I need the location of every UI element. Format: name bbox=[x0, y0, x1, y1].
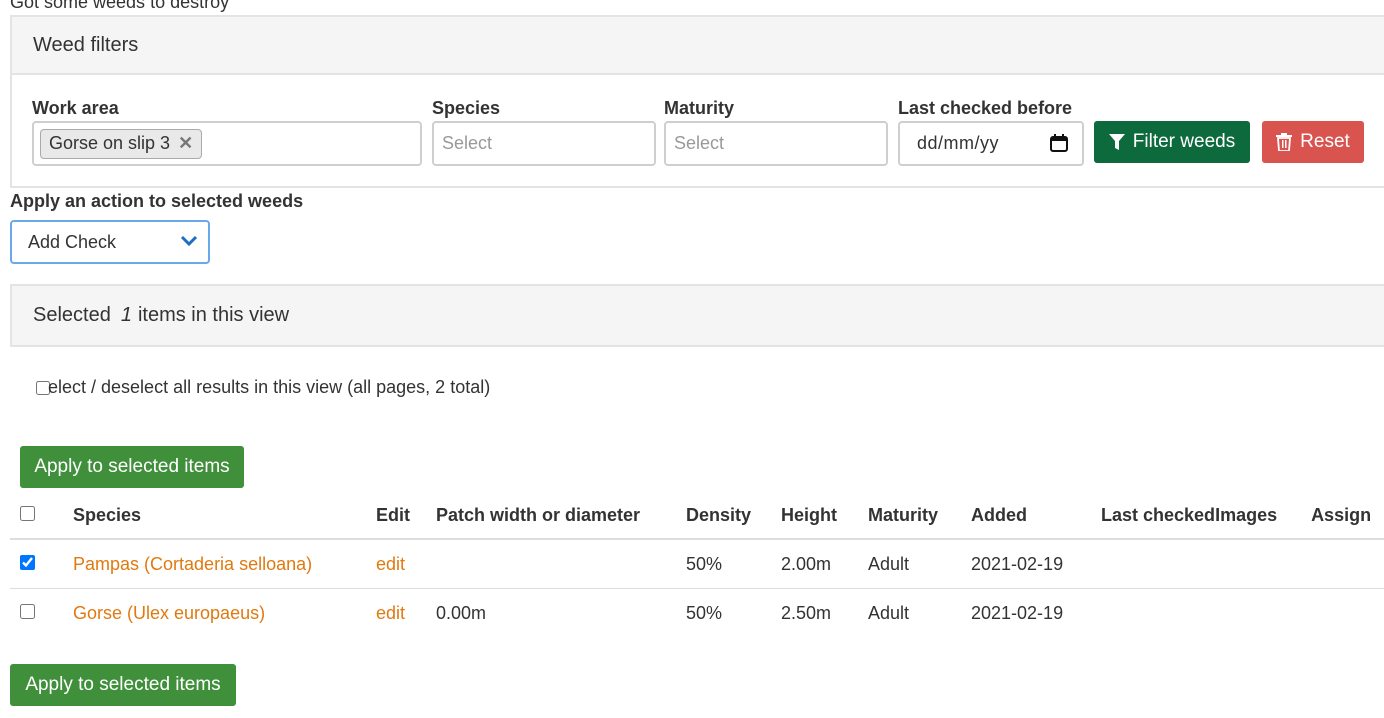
added-cell: 2021-02-19 bbox=[971, 602, 1064, 623]
chevron-down-icon bbox=[180, 235, 198, 247]
action-select-value: Add Check bbox=[28, 231, 117, 252]
apply-to-selected-button-bottom[interactable]: Apply to selected items bbox=[10, 664, 236, 706]
work-area-label: Work area bbox=[32, 98, 119, 118]
species-label: Species bbox=[432, 98, 501, 118]
header-edit: Edit bbox=[376, 492, 436, 540]
density-cell: 50% bbox=[686, 539, 781, 589]
selection-prefix: Selected bbox=[33, 304, 111, 326]
maturity-placeholder: Select bbox=[674, 133, 725, 153]
last-checked-cell bbox=[1101, 539, 1216, 589]
maturity-label: Maturity bbox=[664, 98, 735, 118]
assigned-cell bbox=[1311, 539, 1384, 589]
page-intro-text: Got some weeds to destroy bbox=[10, 0, 230, 12]
maturity-select[interactable]: Select bbox=[664, 121, 888, 166]
work-area-chip: Gorse on slip 3 ✕ bbox=[40, 128, 203, 159]
height-cell: 2.00m bbox=[781, 539, 868, 589]
images-cell bbox=[1215, 539, 1312, 589]
header-density[interactable]: Density bbox=[686, 492, 781, 540]
header-species[interactable]: Species bbox=[73, 492, 376, 540]
density-cell: 50% bbox=[686, 602, 723, 623]
last-checked-date-input[interactable]: dd/mm/yy bbox=[898, 121, 1084, 166]
row-select-cell bbox=[10, 539, 73, 589]
apply-to-selected-button-top[interactable]: Apply to selected items bbox=[20, 446, 244, 488]
species-link[interactable]: Pampas (Cortaderia selloana) bbox=[73, 554, 312, 574]
table-row: Pampas (Cortaderia selloana) edit 50% 2.… bbox=[10, 539, 1384, 589]
select-all-row[interactable]: elect / deselect all results in this vie… bbox=[36, 377, 490, 398]
trash-icon bbox=[1276, 133, 1293, 151]
reset-label: Reset bbox=[1300, 131, 1350, 152]
images-cell bbox=[1215, 589, 1311, 638]
table-row: Gorse (Ulex europaeus) edit 0.00m 50% 2.… bbox=[10, 589, 1384, 638]
added-cell: 2021-02-19 bbox=[971, 539, 1101, 589]
patch-cell bbox=[436, 539, 686, 589]
header-last-checked[interactable]: Last checked bbox=[1101, 492, 1216, 540]
edit-link[interactable]: edit bbox=[376, 554, 405, 574]
edit-link[interactable]: edit bbox=[376, 603, 405, 623]
header-added[interactable]: Added bbox=[971, 492, 1101, 540]
weed-filters-panel: Weed filters Work area Gorse on slip 3 ✕… bbox=[10, 15, 1384, 188]
header-assigned: Assign bbox=[1311, 492, 1384, 540]
selection-summary: Selected 1 items in this view bbox=[12, 286, 1384, 345]
filter-icon bbox=[1108, 134, 1125, 150]
work-area-chip-label: Gorse on slip 3 bbox=[49, 133, 171, 153]
last-checked-label: Last checked before bbox=[898, 98, 1073, 118]
weeds-table: Species Edit Patch width or diameter Den… bbox=[10, 492, 1384, 637]
height-cell: 2.50m bbox=[781, 602, 832, 623]
action-label: Apply an action to selected weeds bbox=[10, 191, 304, 211]
weed-filters-title: Weed filters bbox=[12, 17, 1384, 75]
apply-label-bottom: Apply to selected items bbox=[25, 674, 221, 695]
filter-weeds-label: Filter weeds bbox=[1132, 131, 1236, 152]
row-checkbox[interactable] bbox=[20, 554, 35, 570]
row-select-cell bbox=[10, 589, 73, 638]
patch-cell: 0.00m bbox=[436, 602, 487, 623]
maturity-cell: Adult bbox=[868, 602, 910, 623]
header-patch[interactable]: Patch width or diameter bbox=[436, 492, 686, 540]
header-maturity[interactable]: Maturity bbox=[868, 492, 971, 540]
header-select-cell bbox=[10, 492, 73, 540]
work-area-select[interactable]: Gorse on slip 3 ✕ bbox=[32, 121, 422, 166]
species-select[interactable]: Select bbox=[432, 121, 656, 166]
species-placeholder: Select bbox=[442, 133, 493, 153]
remove-chip-icon[interactable]: ✕ bbox=[178, 133, 193, 154]
selection-count: 1 bbox=[120, 304, 132, 326]
select-all-label: elect / deselect all results in this vie… bbox=[48, 377, 491, 397]
table-header-row: Species Edit Patch width or diameter Den… bbox=[10, 492, 1384, 540]
selection-suffix: items in this view bbox=[137, 304, 290, 326]
last-checked-cell bbox=[1101, 589, 1215, 638]
calendar-icon[interactable] bbox=[1050, 134, 1068, 152]
assigned-cell bbox=[1311, 589, 1384, 638]
apply-label-top: Apply to selected items bbox=[34, 456, 230, 477]
row-checkbox[interactable] bbox=[20, 603, 35, 619]
maturity-cell: Adult bbox=[868, 539, 971, 589]
selection-panel: Selected 1 items in this view bbox=[10, 284, 1384, 347]
header-checkbox[interactable] bbox=[20, 505, 35, 521]
species-link[interactable]: Gorse (Ulex europaeus) bbox=[73, 603, 265, 623]
action-select[interactable]: Add Check bbox=[10, 220, 210, 264]
header-height[interactable]: Height bbox=[781, 492, 868, 540]
header-images: Images bbox=[1215, 492, 1312, 540]
filter-weeds-button[interactable]: Filter weeds bbox=[1094, 121, 1250, 163]
reset-button[interactable]: Reset bbox=[1262, 121, 1364, 163]
last-checked-placeholder: dd/mm/yy bbox=[917, 133, 1000, 153]
